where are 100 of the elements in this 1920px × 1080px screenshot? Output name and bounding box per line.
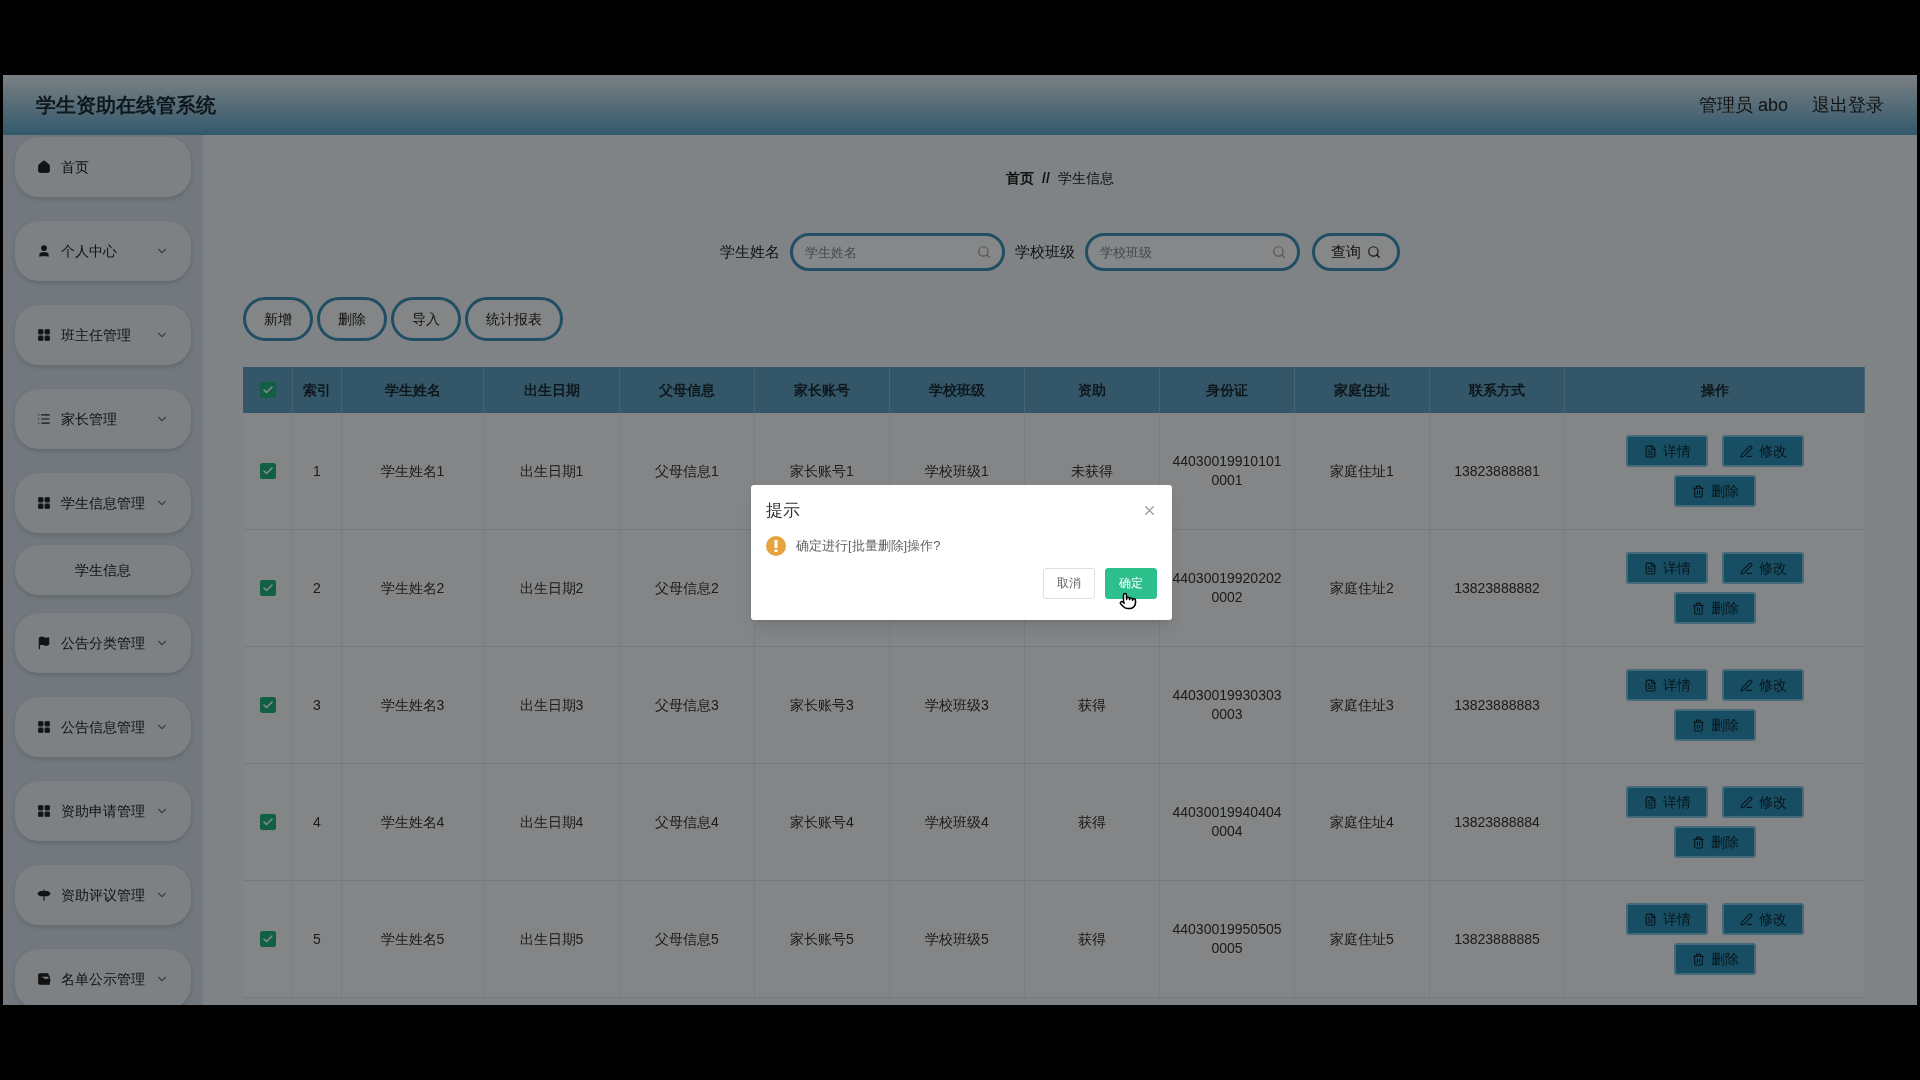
breadcrumb-separator: //: [1042, 169, 1050, 188]
check-icon: [261, 699, 274, 711]
dialog-title: 提示: [766, 500, 800, 522]
pen-icon: [1739, 912, 1753, 926]
sidebar-item[interactable]: 家长管理: [15, 389, 191, 449]
table-cell-text: 父母信息1: [655, 461, 719, 481]
pen-icon: [1739, 795, 1753, 809]
table-cell-text: 1: [313, 461, 321, 481]
sidebar-item[interactable]: 名单公示管理: [15, 949, 191, 1005]
checkbox[interactable]: [259, 580, 276, 596]
column-header: 学校班级: [890, 367, 1025, 413]
column-header: 父母信息: [620, 367, 755, 413]
table-cell-text: 家长账号1: [790, 461, 854, 481]
checkbox[interactable]: [259, 382, 276, 398]
table-cell-text: 5: [313, 929, 321, 949]
sidebar-item[interactable]: 公告信息管理: [15, 697, 191, 757]
pen-icon: [1739, 561, 1753, 575]
sidebar-item[interactable]: 首页: [15, 137, 191, 197]
sidebar-item[interactable]: 资助申请管理: [15, 781, 191, 841]
cancel-button[interactable]: 取消: [1043, 567, 1095, 599]
table-cell-text: 出生日期1: [519, 461, 584, 481]
table-cell: 440300199303030003: [1172, 686, 1282, 724]
toolbar-button[interactable]: 新增: [243, 297, 313, 341]
table-cell-text: 13823888885: [1454, 929, 1540, 949]
grid-icon: [37, 720, 51, 734]
document-icon: [1643, 795, 1657, 809]
pen-icon: [1739, 678, 1753, 692]
trash-icon: [1691, 601, 1705, 615]
check-icon: [261, 582, 274, 594]
grid-icon: [37, 804, 51, 818]
table-cell-text: 家庭住址4: [1330, 812, 1394, 832]
table-cell-text: 学生姓名3: [380, 695, 445, 715]
field-label: 学校班级: [1015, 241, 1075, 262]
column-header: 身份证: [1160, 367, 1295, 413]
table-cell-text: 家长账号3: [790, 695, 854, 715]
table-cell-text: 家长账号4: [790, 812, 854, 832]
table-cell-text: 3: [313, 695, 321, 715]
table-cell-text: 父母信息4: [655, 812, 719, 832]
table-cell-text: 13823888881: [1454, 461, 1540, 481]
table-cell-text: 父母信息5: [655, 929, 719, 949]
sidebar-item[interactable]: 学生信息管理: [15, 473, 191, 533]
column-header: 家长账号: [755, 367, 890, 413]
sidebar-item[interactable]: 个人中心: [15, 221, 191, 281]
table-cell-text: 学生姓名2: [380, 578, 445, 598]
column-header: 索引: [293, 367, 342, 413]
document-icon: [1643, 444, 1657, 458]
list-icon: [37, 412, 51, 426]
checkbox[interactable]: [259, 931, 276, 947]
table-cell-text: 13823888883: [1454, 695, 1540, 715]
table-cell-text: 获得: [1078, 812, 1106, 832]
sidebar-item[interactable]: 班主任管理: [15, 305, 191, 365]
table-cell-text: 家庭住址2: [1330, 578, 1394, 598]
column-header: 资助: [1025, 367, 1160, 413]
check-icon: [261, 384, 274, 396]
search-icon: [1367, 245, 1381, 259]
table-cell-text: 父母信息3: [655, 695, 719, 715]
table-cell-text: 4: [313, 812, 321, 832]
search-field[interactable]: 学校班级: [1085, 233, 1300, 271]
table-cell-text: 家长账号5: [790, 929, 854, 949]
toolbar-button[interactable]: 导入: [391, 297, 461, 341]
search-button[interactable]: 查询: [1312, 233, 1400, 271]
column-header: 学生姓名: [342, 367, 484, 413]
sidebar-item[interactable]: 公告分类管理: [15, 613, 191, 673]
breadcrumb-item[interactable]: 学生信息: [1057, 168, 1114, 189]
sidebar-item[interactable]: 资助评议管理: [15, 865, 191, 925]
table-cell-text: 未获得: [1071, 461, 1113, 481]
table-cell-text: 出生日期5: [519, 929, 584, 949]
breadcrumb-item[interactable]: 首页: [1006, 168, 1035, 189]
sidebar-subitem[interactable]: 学生信息: [15, 545, 191, 595]
wallet-icon: [37, 972, 51, 986]
search-field[interactable]: 学生姓名: [790, 233, 1005, 271]
table-cell-text: 家庭住址3: [1330, 695, 1394, 715]
pen-icon: [1739, 444, 1753, 458]
app-title: 学生资助在线管系统: [36, 93, 216, 118]
trash-icon: [1691, 718, 1705, 732]
trash-icon: [1691, 835, 1705, 849]
table-cell-text: 2: [313, 578, 321, 598]
user-label: 管理员 abo: [1698, 93, 1788, 117]
checkbox[interactable]: [259, 463, 276, 479]
logout-link[interactable]: 退出登录: [1812, 91, 1884, 119]
checkbox[interactable]: [259, 697, 276, 713]
table-cell-text: 出生日期4: [519, 812, 584, 832]
home-icon: [37, 160, 51, 174]
table-cell-text: 13823888884: [1454, 812, 1540, 832]
signpost-icon: [37, 888, 51, 902]
checkbox[interactable]: [259, 814, 276, 830]
toolbar-button[interactable]: 统计报表: [465, 297, 563, 341]
table-cell-text: 父母信息2: [655, 578, 719, 598]
table-cell: 440300199505050005: [1172, 920, 1282, 958]
check-icon: [261, 465, 274, 477]
trash-icon: [1691, 952, 1705, 966]
toolbar-button[interactable]: 删除: [317, 297, 387, 341]
table-cell-text: 学生姓名1: [380, 461, 445, 481]
grid-icon: [37, 328, 51, 342]
user-icon: [37, 244, 51, 258]
table-cell: 440300199404040004: [1172, 803, 1282, 841]
document-icon: [1643, 678, 1657, 692]
warning-icon: [766, 535, 786, 556]
table-cell-text: 学生姓名5: [380, 929, 445, 949]
table-cell-text: 学校班级4: [925, 812, 989, 832]
